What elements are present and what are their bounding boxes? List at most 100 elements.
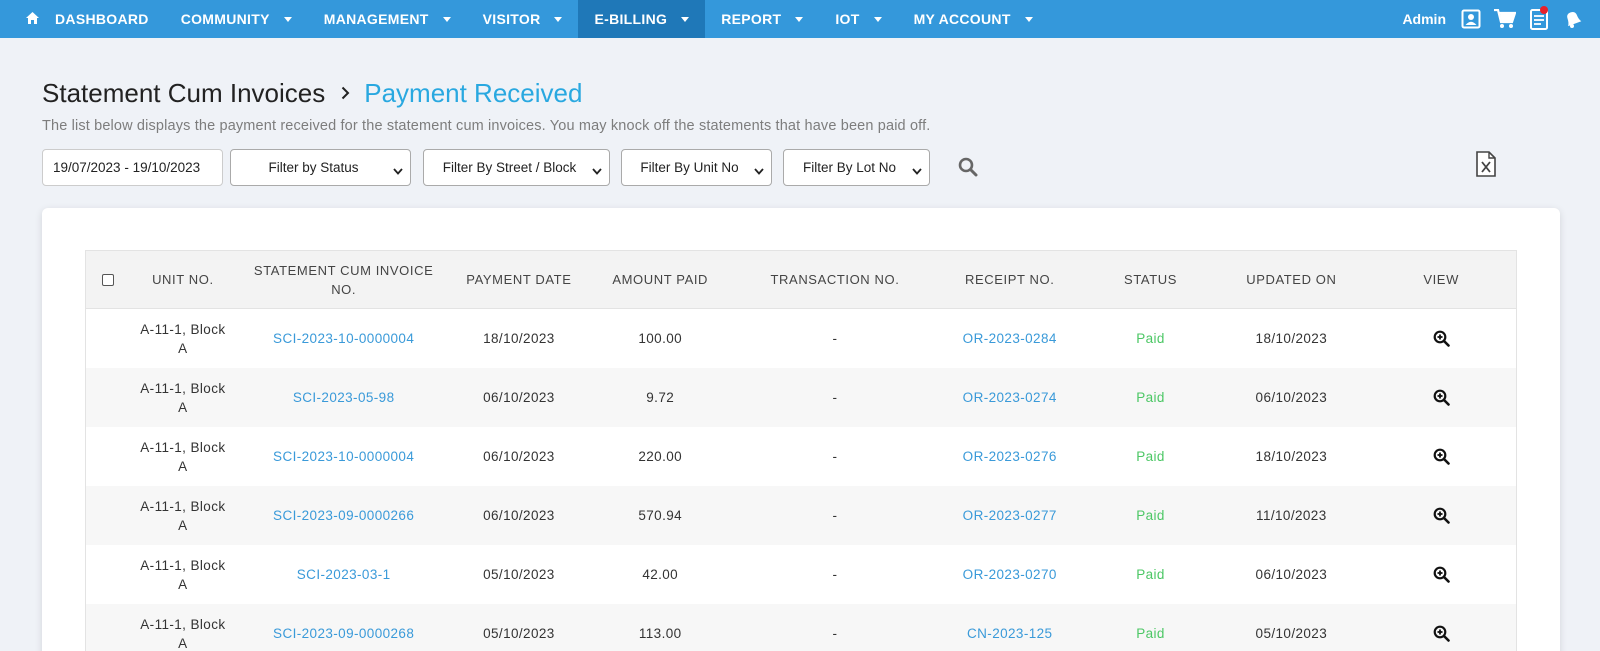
nav-my-account-label: MY ACCOUNT <box>913 11 1011 27</box>
receipt-no-cell: OR-2023-0284 <box>935 309 1085 368</box>
zoom-in-icon[interactable] <box>1433 389 1450 406</box>
nav-report[interactable]: REPORT <box>705 0 819 38</box>
zoom-in-icon[interactable] <box>1433 448 1450 465</box>
view-cell <box>1366 368 1516 427</box>
bell-icon[interactable] <box>1556 0 1590 38</box>
status-badge: Paid <box>1136 508 1165 523</box>
status-cell: Paid <box>1085 604 1217 651</box>
select-all-checkbox[interactable] <box>102 273 115 286</box>
unit-no-cell: A-11-1, Block A <box>140 498 226 533</box>
status-filter-select[interactable]: Filter by Status <box>230 149 411 186</box>
user-name: Admin <box>1402 11 1446 27</box>
zoom-in-icon[interactable] <box>1433 566 1450 583</box>
header-unit-no[interactable]: UNIT NO. <box>131 251 235 308</box>
receipt-link[interactable]: OR-2023-0284 <box>963 329 1057 348</box>
chevron-right-icon <box>341 86 350 100</box>
sci-no-cell: SCI-2023-10-0000004 <box>235 427 453 486</box>
amount-paid-cell: 220.00 <box>638 449 683 464</box>
sci-link[interactable]: SCI-2023-03-1 <box>297 565 391 584</box>
street-block-filter-select[interactable]: Filter By Street / Block <box>423 149 610 186</box>
header-view: VIEW <box>1423 272 1459 287</box>
payment-date-cell: 05/10/2023 <box>483 626 555 641</box>
header-sci-no[interactable]: STATEMENT CUM INVOICE NO. <box>235 251 453 308</box>
lot-no-filter-select[interactable]: Filter By Lot No <box>783 149 930 186</box>
status-filter-value: Filter by Status <box>268 160 359 175</box>
receipt-link[interactable]: OR-2023-0274 <box>963 388 1057 407</box>
amount-paid-cell: 570.94 <box>638 508 683 523</box>
header-updated-on[interactable]: UPDATED ON <box>1216 251 1366 308</box>
chevron-down-icon <box>873 16 882 22</box>
cart-icon[interactable] <box>1488 0 1522 38</box>
page-description: The list below displays the payment rece… <box>42 118 931 134</box>
view-cell <box>1366 486 1516 545</box>
unit-no-cell: A-11-1, Block A <box>140 380 226 415</box>
transaction-no-cell: - <box>832 449 838 464</box>
header-select-cell <box>86 251 131 308</box>
updated-on-cell: 06/10/2023 <box>1255 390 1328 405</box>
nav-my-account[interactable]: MY ACCOUNT <box>898 0 1049 38</box>
chevron-down-icon <box>592 163 602 178</box>
receipt-link[interactable]: OR-2023-0276 <box>963 447 1057 466</box>
search-icon[interactable] <box>958 157 980 179</box>
zoom-in-icon[interactable] <box>1433 330 1450 347</box>
sci-link[interactable]: SCI-2023-10-0000004 <box>273 447 414 466</box>
chevron-down-icon <box>283 16 292 22</box>
row-select-cell <box>86 545 131 604</box>
unit-no-cell: A-11-1, Block A <box>140 557 226 592</box>
receipt-link[interactable]: CN-2023-125 <box>967 624 1052 643</box>
sci-link[interactable]: SCI-2023-05-98 <box>293 388 395 407</box>
home-icon <box>26 11 39 27</box>
receipt-no-cell: OR-2023-0276 <box>935 427 1085 486</box>
table-row: A-11-1, Block A SCI-2023-09-0000268 05/1… <box>86 604 1516 651</box>
chevron-down-icon <box>912 163 922 178</box>
amount-paid-cell: 113.00 <box>638 626 682 641</box>
breadcrumb-parent[interactable]: Statement Cum Invoices <box>42 78 325 109</box>
excel-export-icon[interactable] <box>1475 151 1499 179</box>
receipt-link[interactable]: OR-2023-0270 <box>963 565 1057 584</box>
view-cell <box>1366 604 1516 651</box>
date-range-input[interactable]: 19/07/2023 - 19/10/2023 <box>42 149 223 186</box>
table-row: A-11-1, Block A SCI-2023-10-0000004 18/1… <box>86 309 1516 368</box>
nav-visitor[interactable]: VISITOR <box>467 0 579 38</box>
transaction-no-cell: - <box>832 390 838 405</box>
header-amount-paid[interactable]: AMOUNT PAID <box>585 251 735 308</box>
payment-date-cell: 06/10/2023 <box>483 390 555 405</box>
header-receipt-no[interactable]: RECEIPT NO. <box>935 251 1085 308</box>
transaction-no-cell: - <box>832 567 838 582</box>
row-select-cell <box>86 427 131 486</box>
unit-no-filter-select[interactable]: Filter By Unit No <box>621 149 772 186</box>
header-payment-date[interactable]: PAYMENT DATE <box>453 251 586 308</box>
receipt-no-cell: CN-2023-125 <box>935 604 1085 651</box>
nav-dashboard-label: DASHBOARD <box>55 11 149 27</box>
updated-on-cell: 18/10/2023 <box>1255 449 1328 464</box>
status-cell: Paid <box>1085 427 1217 486</box>
nav-management[interactable]: MANAGEMENT <box>308 0 467 38</box>
table-header: UNIT NO. STATEMENT CUM INVOICE NO. PAYME… <box>86 251 1516 309</box>
view-cell <box>1366 545 1516 604</box>
view-cell <box>1366 427 1516 486</box>
zoom-in-icon[interactable] <box>1433 625 1450 642</box>
status-badge: Paid <box>1136 626 1165 641</box>
notes-icon[interactable] <box>1522 0 1556 38</box>
nav-dashboard[interactable]: DASHBOARD <box>0 0 165 38</box>
table-body: A-11-1, Block A SCI-2023-10-0000004 18/1… <box>86 309 1516 651</box>
payment-date-cell: 06/10/2023 <box>483 508 555 523</box>
row-select-cell <box>86 368 131 427</box>
header-transaction-no[interactable]: TRANSACTION NO. <box>735 251 935 308</box>
receipt-link[interactable]: OR-2023-0277 <box>963 506 1057 525</box>
nav-iot[interactable]: IOT <box>819 0 897 38</box>
status-badge: Paid <box>1136 390 1165 405</box>
sci-link[interactable]: SCI-2023-09-0000268 <box>273 624 414 643</box>
nav-community-label: COMMUNITY <box>180 11 270 27</box>
payments-card: UNIT NO. STATEMENT CUM INVOICE NO. PAYME… <box>42 208 1560 651</box>
header-status[interactable]: STATUS <box>1085 251 1217 308</box>
status-badge: Paid <box>1136 331 1165 346</box>
sci-link[interactable]: SCI-2023-09-0000266 <box>273 506 414 525</box>
nav-e-billing[interactable]: E-BILLING <box>578 0 706 38</box>
nav-user-area: Admin <box>1402 0 1590 38</box>
nav-community[interactable]: COMMUNITY <box>165 0 308 38</box>
profile-icon[interactable] <box>1454 0 1488 38</box>
filter-bar: 19/07/2023 - 19/10/2023 Filter by Status… <box>42 149 1542 186</box>
sci-link[interactable]: SCI-2023-10-0000004 <box>273 329 414 348</box>
zoom-in-icon[interactable] <box>1433 507 1450 524</box>
